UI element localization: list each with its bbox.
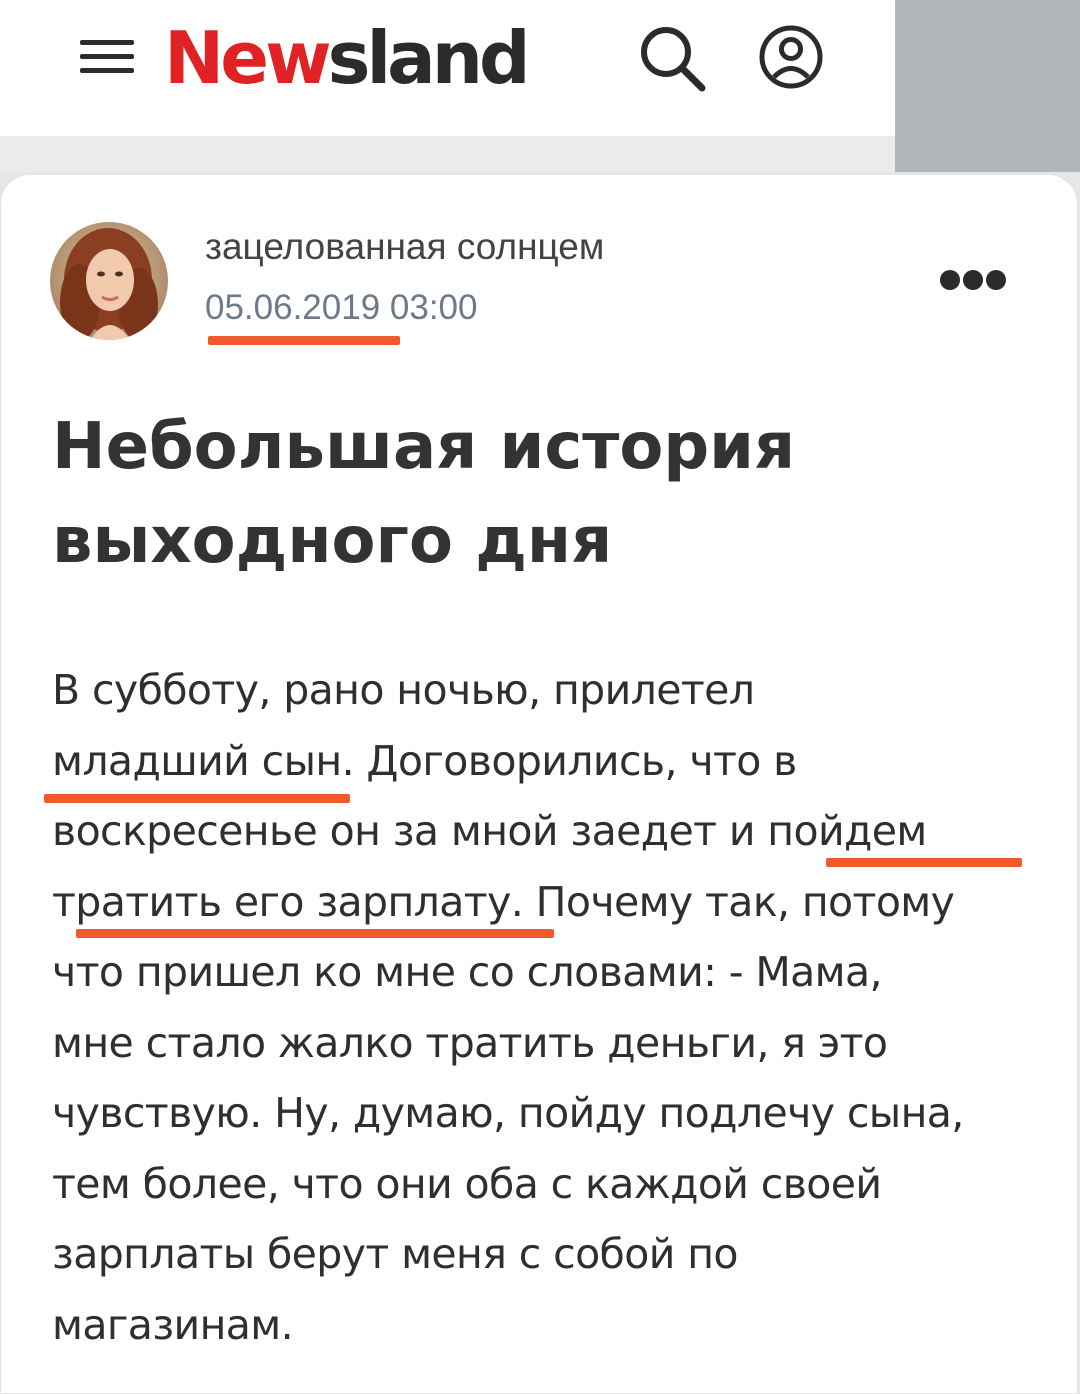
body-line: зарплаты берут меня с собой по xyxy=(52,1230,738,1278)
more-dots-icon[interactable] xyxy=(936,266,1008,296)
highlight-underline-mark xyxy=(826,858,1022,867)
body-line: чувствую. Ну, думаю, пойду подлечу сына, xyxy=(52,1089,964,1137)
logo-text-dark: sland xyxy=(327,16,531,100)
body-line: тратить его зарплату. Почему так, потому xyxy=(52,877,955,926)
body-line: В субботу, рано ночью, прилетел xyxy=(52,666,755,714)
body-line: тем более, что они оба с каждой своей xyxy=(52,1159,882,1208)
post-title: Небольшая история выходного дня xyxy=(52,410,796,578)
header-side-panel xyxy=(895,0,1080,172)
body-line: что пришел ко мне со словами: - Мама, xyxy=(52,948,883,996)
logo-text-red: New xyxy=(164,16,332,100)
highlight-underline-mark xyxy=(76,929,554,938)
search-icon[interactable] xyxy=(636,22,708,94)
author-name[interactable]: зацелованная солнцем xyxy=(205,226,604,268)
author-avatar[interactable] xyxy=(50,222,168,340)
highlight-underline-mark xyxy=(44,794,350,803)
body-line: младший сын. Договорились, что в xyxy=(52,736,797,785)
user-icon[interactable] xyxy=(756,22,826,92)
post-body: В субботу, рано ночью, прилетел младший … xyxy=(52,655,1052,1360)
body-line: воскресенье он за мной заедет и пойдем xyxy=(52,807,927,855)
date-underline-mark xyxy=(208,336,400,345)
body-line: магазинам. xyxy=(52,1300,294,1349)
header-divider xyxy=(0,136,895,172)
post-date: 05.06.2019 03:00 xyxy=(205,288,478,327)
menu-icon[interactable] xyxy=(80,38,134,78)
body-line: мне стало жалко тратить деньги, я это xyxy=(52,1018,888,1067)
top-bar: Newsland xyxy=(0,0,895,136)
site-logo[interactable]: Newsland xyxy=(164,16,531,100)
